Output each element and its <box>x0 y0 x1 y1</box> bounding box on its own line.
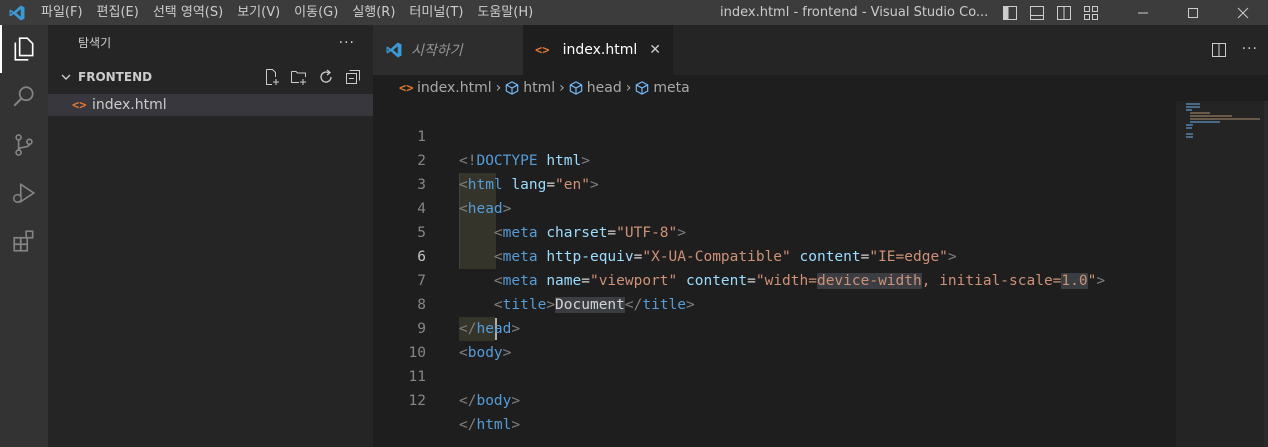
search-icon[interactable] <box>0 73 48 121</box>
code-line: 11 </body> <box>373 341 1173 409</box>
layout-controls <box>1000 3 1100 22</box>
tab-welcome[interactable]: 시작하기 <box>373 25 523 75</box>
breadcrumb-meta[interactable]: meta <box>635 80 690 96</box>
breadcrumb-file[interactable]: <> index.html <box>399 80 492 96</box>
tag-element-icon <box>635 81 649 95</box>
folder-section-header[interactable]: FRONTEND <box>48 66 373 88</box>
code-line: 1 <!DOCTYPE html> <box>373 101 1173 169</box>
tag-element-icon <box>569 81 583 95</box>
sidebar-title: 탐색기 <box>78 36 112 50</box>
breadcrumb-separator: › <box>495 80 502 96</box>
code-line: 9 <body> <box>373 293 1173 361</box>
folder-name: FRONTEND <box>78 70 153 84</box>
code-content: </html> <box>459 417 521 433</box>
breadcrumb-label: head <box>586 80 622 96</box>
new-folder-icon[interactable] <box>289 67 309 87</box>
minimize-icon[interactable] <box>1118 0 1168 25</box>
code-line: 5 <meta http-equiv="X-UA-Compatible" con… <box>373 197 1173 265</box>
collapse-all-icon[interactable] <box>343 67 363 87</box>
minimap-line <box>1190 118 1260 120</box>
minimap-line <box>1186 103 1200 105</box>
breadcrumb-separator: › <box>559 80 565 96</box>
breadcrumb-label: html <box>523 80 556 96</box>
explorer-icon[interactable] <box>0 25 48 73</box>
menu-terminal[interactable]: 터미널(T) <box>402 0 470 25</box>
minimap-line <box>1190 112 1210 114</box>
sidebar-header: 탐색기 ··· <box>48 25 373 60</box>
chevron-down-icon <box>58 69 74 85</box>
tab-index-html[interactable]: <> index.html ✕ <box>523 25 673 75</box>
html-file-icon: <> <box>399 81 414 95</box>
code-line: 12 </html> <box>373 365 1173 433</box>
minimap-line <box>1186 124 1193 126</box>
file-name: index.html <box>92 97 167 113</box>
title-bar: 파일(F) 편집(E) 선택 영역(S) 보기(V) 이동(G) 실행(R) 터… <box>0 0 1268 25</box>
minimap[interactable] <box>1176 101 1264 447</box>
minimap-line <box>1186 106 1200 108</box>
toggle-panel-icon[interactable] <box>1027 3 1046 22</box>
close-icon[interactable]: ✕ <box>649 42 661 58</box>
minimap-line <box>1186 127 1192 129</box>
run-debug-icon[interactable] <box>0 169 48 217</box>
window-controls <box>1118 0 1268 25</box>
close-window-icon[interactable] <box>1218 0 1268 25</box>
line-number: 12 <box>408 393 426 409</box>
extensions-icon[interactable] <box>0 217 48 265</box>
toggle-secondary-sidebar-icon[interactable] <box>1054 3 1073 22</box>
tag-element-icon <box>505 81 519 95</box>
menu-go[interactable]: 이동(G) <box>287 0 345 25</box>
editor-tabs: 시작하기 <> index.html ✕ ··· <box>373 25 1268 75</box>
breadcrumb-html[interactable]: html <box>505 80 555 96</box>
code-line: 4 <meta charset="UTF-8"> <box>373 173 1173 241</box>
menu-selection[interactable]: 선택 영역(S) <box>146 0 230 25</box>
window-title: index.html - frontend - Visual Studio Co… <box>720 5 989 20</box>
code-line: 8 </head> <box>373 269 1173 337</box>
minimap-line <box>1190 115 1232 117</box>
breadcrumb: <> index.html › html › head › meta <box>373 75 1268 101</box>
menu-edit[interactable]: 편집(E) <box>90 0 146 25</box>
html-file-icon: <> <box>535 43 550 57</box>
tab-label: 시작하기 <box>411 43 463 59</box>
breadcrumb-label: meta <box>653 80 690 96</box>
new-file-icon[interactable] <box>262 67 282 87</box>
code-line: 3 <head> <box>373 149 1173 217</box>
explorer-sidebar: 탐색기 ··· FRONTEND <> index.html <box>48 25 373 447</box>
minimap-line <box>1190 121 1220 123</box>
maximize-icon[interactable] <box>1168 0 1218 25</box>
code-content: </body> <box>459 393 521 409</box>
more-actions-icon[interactable]: ··· <box>339 35 355 51</box>
breadcrumb-label: index.html <box>417 80 492 96</box>
split-editor-icon[interactable] <box>1210 41 1228 63</box>
tab-label: index.html <box>562 42 638 58</box>
activity-bar <box>0 25 48 447</box>
menu-file[interactable]: 파일(F) <box>34 0 90 25</box>
minimap-slider[interactable] <box>1176 101 1264 447</box>
folder-actions <box>262 67 363 87</box>
menu-view[interactable]: 보기(V) <box>230 0 287 25</box>
vscode-logo-icon <box>0 0 34 25</box>
code-line: 7 <title>Document</title> <box>373 245 1173 313</box>
breadcrumb-head[interactable]: head <box>569 80 622 96</box>
code-line-current: 6 <meta name="viewport" content="width=d… <box>373 221 1173 289</box>
html-file-icon: <> <box>72 98 87 112</box>
more-actions-icon[interactable]: ··· <box>1242 41 1258 63</box>
minimap-line <box>1186 133 1193 135</box>
breadcrumb-separator: › <box>625 80 632 96</box>
editor-actions: ··· <box>1210 41 1258 63</box>
toggle-sidebar-icon[interactable] <box>1000 3 1019 22</box>
menu-run[interactable]: 실행(R) <box>345 0 402 25</box>
source-control-icon[interactable] <box>0 121 48 169</box>
code-line: 10 <box>373 317 1173 361</box>
customize-layout-icon[interactable] <box>1081 3 1100 22</box>
minimap-line <box>1186 109 1192 111</box>
code-editor[interactable]: 1 <!DOCTYPE html> 2 <html lang="en"> 3 <… <box>373 101 1173 447</box>
menu-help[interactable]: 도움말(H) <box>470 0 540 25</box>
code-line: 2 <html lang="en"> <box>373 125 1173 193</box>
file-item[interactable]: <> index.html <box>48 94 373 116</box>
vertical-scrollbar[interactable] <box>1264 101 1268 447</box>
minimap-line <box>1186 136 1193 138</box>
refresh-icon[interactable] <box>316 67 336 87</box>
menu-bar: 파일(F) 편집(E) 선택 영역(S) 보기(V) 이동(G) 실행(R) 터… <box>34 0 540 25</box>
vscode-icon <box>385 41 403 59</box>
